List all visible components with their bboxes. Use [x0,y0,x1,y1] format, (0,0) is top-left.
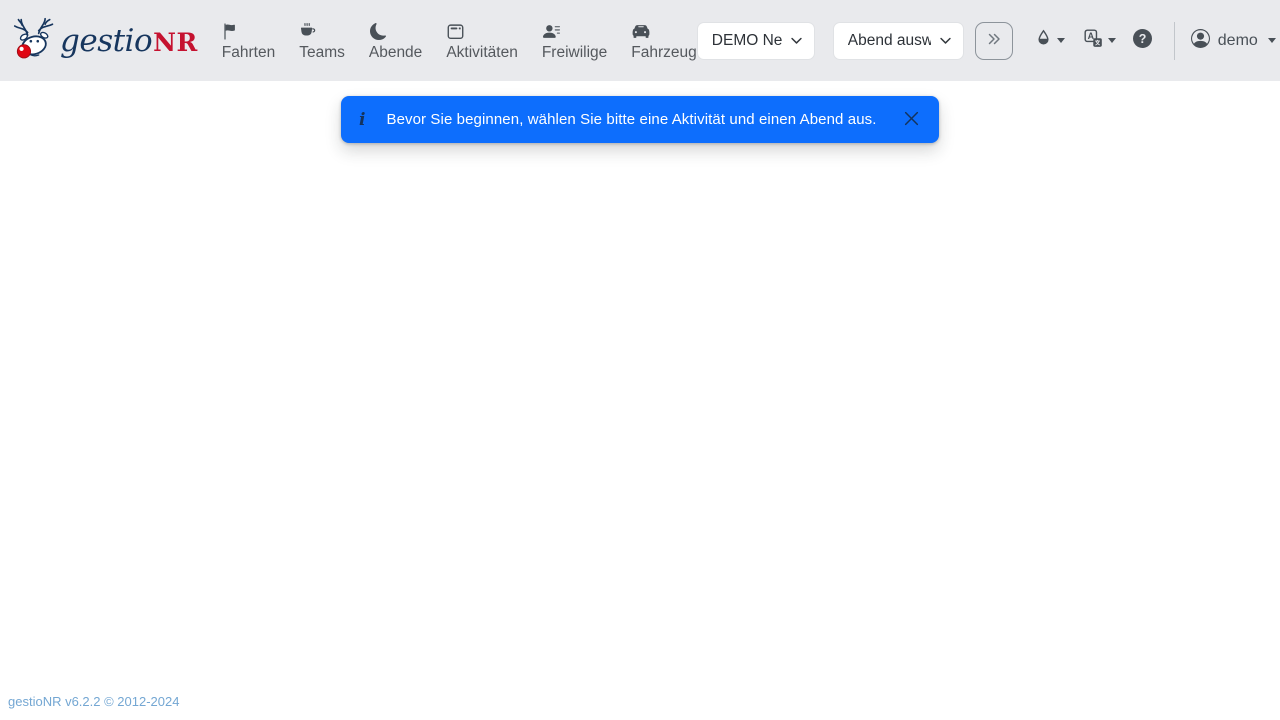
help-button[interactable]: ? [1133,29,1152,53]
brand-name-gestio: gestio [60,23,152,59]
chevron-down-icon [939,34,952,47]
utility-menu: A ? [1035,22,1276,60]
brand-name: gestio NR [60,23,198,59]
footer-version-link[interactable]: gestioNR v6.2.2 © 2012-2024 [8,694,179,709]
moon-icon [370,23,387,40]
chevron-double-right-icon [986,31,1002,50]
reindeer-icon [12,14,58,67]
nav-item-freiwilige[interactable]: Freiwilige [542,21,607,61]
user-name: demo [1218,32,1258,50]
language-dropdown[interactable]: A [1084,29,1116,53]
car-front-icon [632,23,650,40]
theme-toggle-dropdown[interactable] [1035,29,1065,52]
nav-label: Freiwilige [542,44,607,61]
go-button[interactable] [975,22,1013,60]
info-icon: i [359,110,365,130]
activity-select[interactable]: DEMO Nez R [697,22,815,60]
translate-icon: A [1084,29,1103,53]
main-nav: Fahrten Teams Abende [222,21,697,61]
alert-message: Bevor Sie beginnen, wählen Sie bitte ein… [386,111,876,128]
svg-text:?: ? [1138,31,1146,45]
person-circle-icon [1191,29,1210,53]
evening-select[interactable]: Abend auswä [833,22,964,60]
user-menu-dropdown[interactable]: demo [1191,29,1276,53]
caret-down-icon [1057,38,1065,43]
cup-hot-icon [300,23,318,40]
nav-label: Teams [299,44,345,61]
info-alert: i Bevor Sie beginnen, wählen Sie bitte e… [341,96,939,143]
navbar-divider [1174,22,1175,60]
nav-label: Abende [369,44,422,61]
navbar-right-group: DEMO Nez R Abend auswä [697,22,1276,60]
alert-close-button[interactable] [893,102,929,138]
evening-select-value: Abend auswä [848,32,931,50]
brand-name-nr: NR [153,28,198,57]
question-circle-icon: ? [1133,29,1152,53]
nav-item-fahrten[interactable]: Fahrten [222,21,275,61]
chevron-down-icon [790,34,803,47]
flag-icon [223,23,239,40]
droplet-half-icon [1035,29,1052,52]
nav-label: Fahrten [222,44,275,61]
calendar-icon [447,23,464,40]
nav-item-fahrzeug[interactable]: Fahrzeug [631,21,696,61]
caret-down-icon [1268,38,1276,43]
brand-logo[interactable]: gestio NR [12,14,198,67]
caret-down-icon [1108,38,1116,43]
nav-item-aktivitaeten[interactable]: Aktivitäten [446,21,518,61]
nav-item-teams[interactable]: Teams [299,21,345,61]
nav-label: Aktivitäten [446,44,518,61]
top-navbar: gestio NR Fahrten Teams [0,0,1280,81]
nav-item-abende[interactable]: Abende [369,21,422,61]
activity-select-value: DEMO Nez R [712,32,782,50]
footer: gestioNR v6.2.2 © 2012-2024 [8,693,179,711]
nav-label: Fahrzeug [631,44,696,61]
close-icon [903,110,920,130]
person-lines-icon [543,23,560,40]
